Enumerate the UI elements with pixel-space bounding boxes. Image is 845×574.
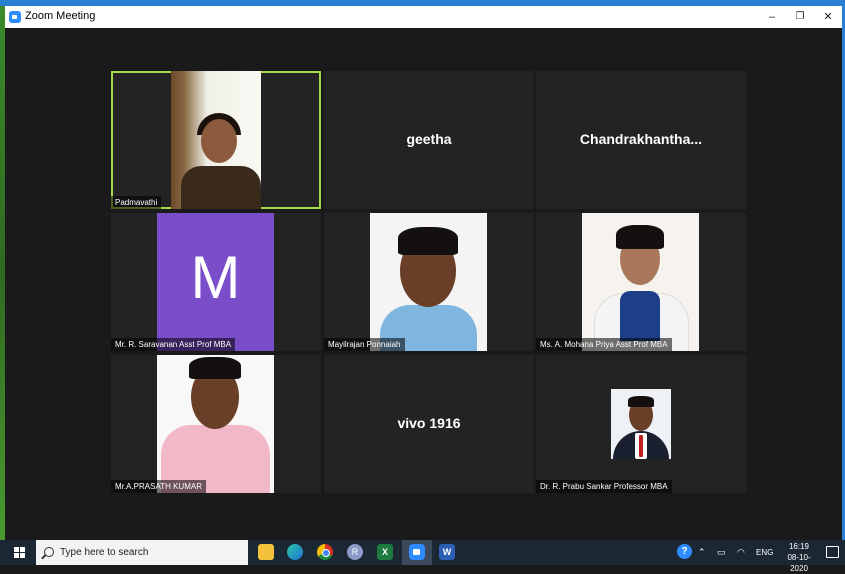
clock-date: 08-10-2020 [787, 553, 811, 573]
help-icon[interactable]: ? [677, 544, 692, 559]
participant-tile[interactable]: Chandrakhantha... [536, 71, 746, 209]
word-icon[interactable]: W [439, 544, 455, 560]
participant-video [171, 71, 261, 209]
battery-icon[interactable]: ▭ [717, 547, 726, 572]
zoom-app-icon [9, 11, 21, 23]
participant-tile[interactable]: Mr.A.PRASATH KUMAR [111, 355, 321, 493]
restore-button[interactable]: ❐ [786, 8, 814, 26]
start-button[interactable] [14, 547, 26, 559]
window-title: Zoom Meeting [25, 10, 96, 22]
r-app-icon[interactable]: R [347, 544, 363, 560]
participant-display-name: vivo 1916 [397, 415, 461, 431]
participant-name-label: Dr. R. Prabu Sankar Professor MBA [536, 480, 672, 493]
participant-tile[interactable]: Padmavathi [111, 71, 321, 209]
chrome-icon[interactable] [317, 544, 333, 560]
zoom-meeting-window: Zoom Meeting – ❐ ✕ Padmavathi geetha Cha… [5, 6, 842, 540]
avatar-letter: M [190, 244, 241, 311]
participant-tile[interactable]: Mayilrajan Ponnaiah [324, 213, 534, 351]
zoom-icon[interactable] [409, 544, 425, 560]
chevron-up-icon[interactable]: ⌃ [698, 547, 706, 572]
participant-tile[interactable]: M Mr. R. Saravanan Asst Prof MBA [111, 213, 321, 351]
participant-photo [157, 355, 274, 493]
edge-icon[interactable] [287, 544, 303, 560]
participant-photo [611, 389, 671, 459]
excel-icon[interactable]: X [377, 544, 393, 560]
participant-photo [582, 213, 699, 351]
close-button[interactable]: ✕ [814, 8, 842, 26]
language-indicator[interactable]: ENG [756, 548, 773, 573]
participant-display-name: geetha [406, 131, 452, 147]
minimize-button[interactable]: – [758, 8, 786, 26]
taskbar-clock[interactable]: 16:19 08-10-2020 [779, 541, 819, 574]
participant-name-label: Mr. R. Saravanan Asst Prof MBA [111, 338, 236, 351]
search-icon [44, 547, 54, 557]
participant-name-label: Mr.A.PRASATH KUMAR [111, 480, 206, 493]
network-icon[interactable]: ◠ [737, 547, 745, 572]
clock-time: 16:19 [788, 542, 810, 551]
windows-taskbar: Type here to search R X W ? ⌃ ▭ ◠ ENG 16… [0, 540, 845, 573]
participant-tile[interactable]: Dr. R. Prabu Sankar Professor MBA [536, 355, 746, 493]
participant-name-label: Padmavathi [111, 196, 162, 209]
participant-name-label: Ms. A. Mohana Priya Asst Prof MBA [536, 338, 672, 351]
taskbar-search-box[interactable]: Type here to search [36, 540, 248, 565]
file-explorer-icon[interactable] [258, 544, 274, 560]
participant-photo [370, 213, 487, 351]
participant-tile[interactable]: vivo 1916 [324, 355, 534, 493]
participant-tile[interactable]: Ms. A. Mohana Priya Asst Prof MBA [536, 213, 746, 351]
notifications-icon[interactable] [826, 546, 839, 558]
participant-avatar: M [157, 213, 274, 351]
title-bar[interactable]: Zoom Meeting – ❐ ✕ [5, 6, 842, 28]
participant-display-name: Chandrakhantha... [579, 131, 703, 147]
gallery-view: Padmavathi geetha Chandrakhantha... M Mr… [5, 28, 842, 540]
participant-tile[interactable]: geetha [324, 71, 534, 209]
search-placeholder: Type here to search [60, 547, 149, 558]
participant-name-label: Mayilrajan Ponnaiah [324, 338, 405, 351]
